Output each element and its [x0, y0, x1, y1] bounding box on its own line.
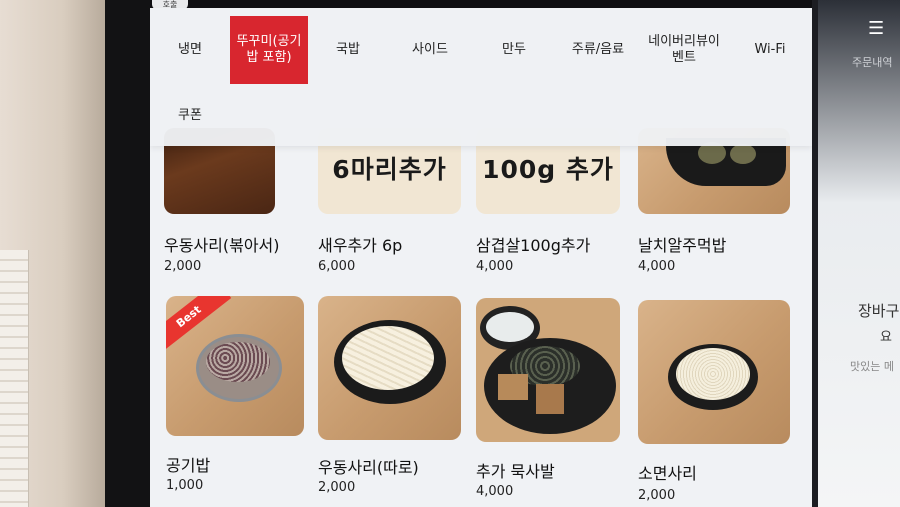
item-image: Best	[166, 296, 304, 436]
item-image	[318, 296, 461, 440]
item-price: 4,000	[638, 259, 676, 274]
item-image	[638, 300, 790, 444]
item-name: 새우추가 6p	[318, 236, 403, 255]
item-price: 1,000	[166, 478, 204, 493]
hamburger-menu-icon[interactable]: ☰	[868, 18, 884, 39]
tab-naver-review-event[interactable]: 네이버리뷰이벤트	[640, 16, 728, 84]
somyeon-noodles	[676, 348, 750, 400]
category-bar: 냉면 뚜꾸미(공기밥 포함) 국밥 사이드 만두 주류/음료 네이버리뷰이벤트 …	[150, 8, 812, 146]
item-name: 삼겹살100g추가	[476, 236, 591, 255]
item-price: 4,000	[476, 484, 514, 499]
promo-text: 6마리추가	[332, 155, 447, 184]
rice-ball	[730, 144, 756, 164]
cart-note: 맛있는 메	[850, 360, 894, 373]
item-price: 4,000	[476, 259, 514, 274]
item-name: 소면사리	[638, 464, 697, 483]
tab-drinks[interactable]: 주류/음료	[556, 16, 640, 84]
item-price: 6,000	[318, 259, 356, 274]
tab-coupon[interactable]: 쿠폰	[150, 88, 230, 144]
kiosk-screen: 냉면 뚜꾸미(공기밥 포함) 국밥 사이드 만두 주류/음료 네이버리뷰이벤트 …	[150, 8, 812, 507]
item-image	[476, 298, 620, 442]
item-price: 2,000	[164, 259, 202, 274]
monitor-bezel	[105, 0, 150, 507]
item-price: 2,000	[318, 480, 356, 495]
item-name: 우동사리(따로)	[318, 458, 419, 477]
tab-naengmyeon[interactable]: 냉면	[150, 16, 230, 84]
item-name: 공기밥	[166, 456, 211, 475]
udon-noodles	[342, 326, 434, 390]
cart-subtitle: 요	[880, 330, 892, 345]
item-price: 2,000	[638, 488, 676, 503]
tab-side[interactable]: 사이드	[388, 16, 472, 84]
tab-gukbap[interactable]: 국밥	[308, 16, 388, 84]
paper-cups	[0, 250, 29, 507]
side-panel	[818, 0, 900, 507]
cart-title: 장바구	[858, 302, 900, 320]
acorn-jelly	[498, 374, 528, 400]
item-name: 우동사리(볶아서)	[164, 236, 280, 255]
item-name: 날치알주먹밥	[638, 236, 727, 255]
tab-wifi[interactable]: Wi-Fi	[728, 16, 812, 84]
promo-text: 100g 추가	[482, 155, 614, 184]
soup	[486, 312, 534, 342]
item-name: 추가 묵사발	[476, 462, 555, 481]
acorn-jelly	[536, 384, 564, 414]
tab-mandu[interactable]: 만두	[472, 16, 556, 84]
tab-ttukkumi[interactable]: 뚜꾸미(공기밥 포함)	[230, 16, 308, 84]
multigrain-rice	[206, 342, 270, 382]
order-history-label[interactable]: 주문내역	[852, 54, 892, 70]
